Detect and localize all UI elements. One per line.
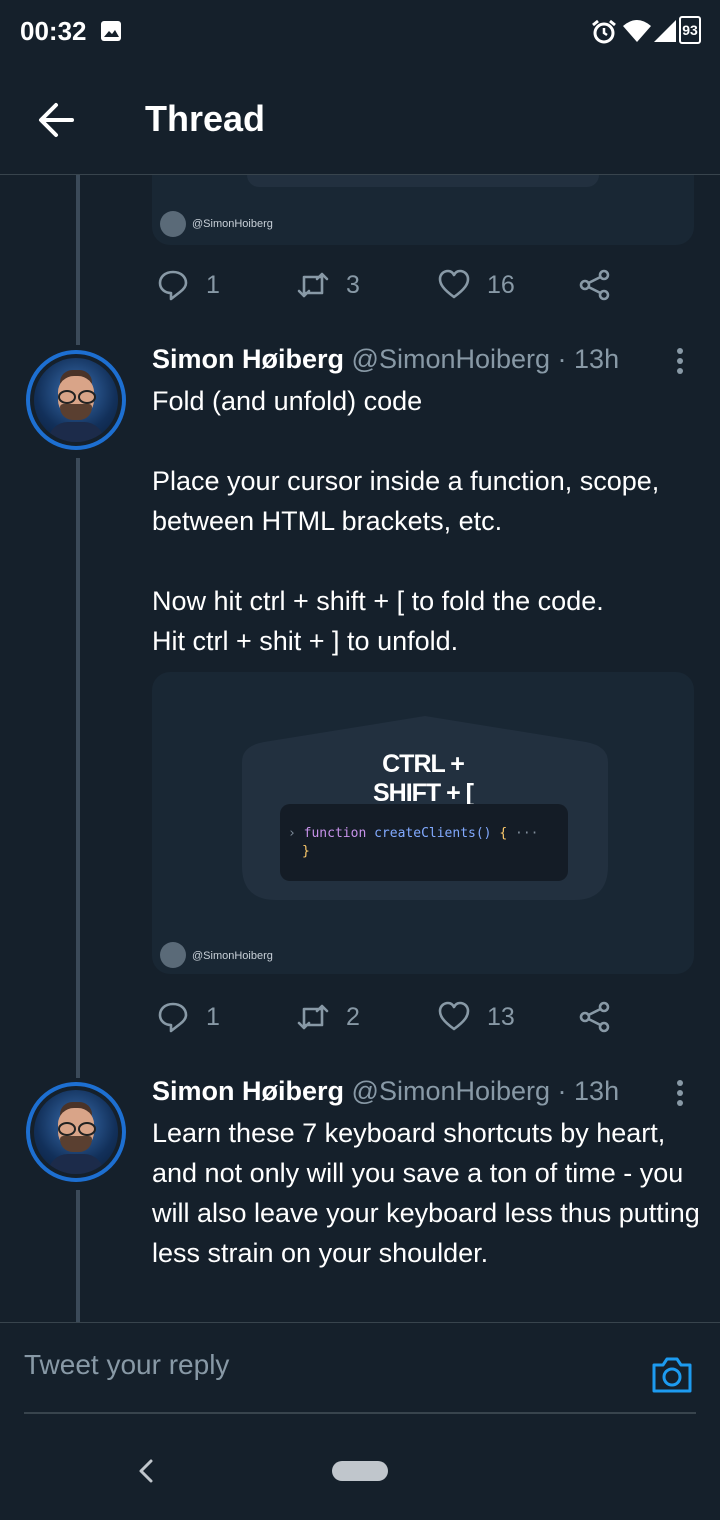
author-handle[interactable]: @SimonHoiberg: [352, 1076, 551, 1106]
wifi-icon: [623, 20, 651, 42]
more-options-icon[interactable]: [676, 1080, 684, 1106]
reply-icon: [158, 1002, 188, 1033]
watermark-text: @SimonHoiberg: [192, 218, 273, 230]
avatar-image: [34, 358, 118, 442]
previous-tweet-media[interactable]: @SimonHoiberg: [152, 175, 694, 245]
tweet-header: Simon Høiberg @SimonHoiberg · 13h: [152, 344, 619, 375]
tweet-text: Learn these 7 keyboard shortcuts by hear…: [152, 1118, 700, 1268]
reply-button[interactable]: 1: [156, 1000, 220, 1034]
share-icon: [579, 269, 610, 301]
thread-connector: [76, 1190, 80, 1322]
retweet-button[interactable]: 3: [296, 268, 360, 302]
retweet-count: 2: [346, 1002, 360, 1031]
like-button[interactable]: 16: [437, 268, 515, 302]
battery-level: 93: [682, 22, 698, 38]
retweet-count: 3: [346, 270, 360, 299]
share-button[interactable]: [578, 268, 612, 302]
tweet-text: Fold (and unfold) code Place your cursor…: [152, 386, 660, 656]
like-count: 16: [487, 270, 515, 299]
more-options-icon[interactable]: [676, 348, 684, 374]
author-handle[interactable]: @SimonHoiberg: [352, 344, 551, 374]
like-button[interactable]: 13: [437, 1000, 515, 1034]
retweet-icon: [297, 272, 329, 298]
reply-input[interactable]: [24, 1349, 624, 1381]
reply-count: 1: [206, 270, 220, 299]
heart-icon: [438, 1001, 470, 1031]
media-frame: [247, 175, 599, 187]
code-line-1: › function createClients() { ···: [288, 826, 539, 841]
reply-count: 1: [206, 1002, 220, 1031]
camera-icon[interactable]: [650, 1355, 694, 1395]
alarm-icon: [592, 19, 616, 44]
avatar-image: [34, 1090, 118, 1174]
tweet-time: · 13h: [557, 1076, 620, 1106]
code-brace: {: [499, 826, 508, 841]
tweet-time: · 13h: [557, 344, 620, 374]
thread-connector: [76, 458, 80, 1078]
reply-button[interactable]: 1: [156, 268, 220, 302]
watermark-text: @SimonHoiberg: [192, 950, 273, 962]
like-count: 13: [487, 1002, 515, 1031]
reply-icon: [158, 270, 188, 301]
code-ellipsis: ···: [515, 826, 539, 841]
retweet-icon: [297, 1004, 329, 1030]
reply-bar: [0, 1322, 720, 1415]
code-snippet: › function createClients() { ··· }: [280, 804, 568, 881]
heart-icon: [438, 269, 470, 299]
back-arrow-icon[interactable]: [30, 100, 82, 140]
watermark-avatar: [160, 211, 186, 237]
tweet-header: Simon Høiberg @SimonHoiberg · 13h: [152, 1076, 619, 1107]
signal-icon: [654, 20, 676, 42]
tweet-media[interactable]: CTRL + SHIFT + [ › function createClient…: [152, 672, 694, 974]
share-icon: [579, 1001, 610, 1033]
avatar[interactable]: [26, 1082, 126, 1182]
reply-divider: [24, 1412, 696, 1414]
retweet-button[interactable]: 2: [296, 1000, 360, 1034]
author-name[interactable]: Simon Høiberg: [152, 1076, 344, 1106]
battery-icon: 93: [679, 16, 701, 44]
avatar[interactable]: [26, 350, 126, 450]
code-function: createClients(): [374, 826, 492, 841]
code-keyword: function: [303, 826, 367, 841]
watermark-avatar: [160, 942, 186, 968]
status-bar: 00:32 93: [0, 0, 720, 64]
code-line-2: }: [302, 844, 310, 859]
image-notification-icon: [101, 21, 121, 41]
author-name[interactable]: Simon Høiberg: [152, 344, 344, 374]
share-button[interactable]: [578, 1000, 612, 1034]
nav-back-icon[interactable]: [135, 1458, 157, 1484]
header: Thread: [0, 64, 720, 175]
shortcut-label: CTRL + SHIFT + [: [372, 750, 474, 807]
page-title: Thread: [145, 98, 266, 139]
status-time: 00:32: [20, 16, 87, 46]
nav-home-pill[interactable]: [332, 1461, 388, 1481]
thread-connector: [76, 175, 80, 345]
